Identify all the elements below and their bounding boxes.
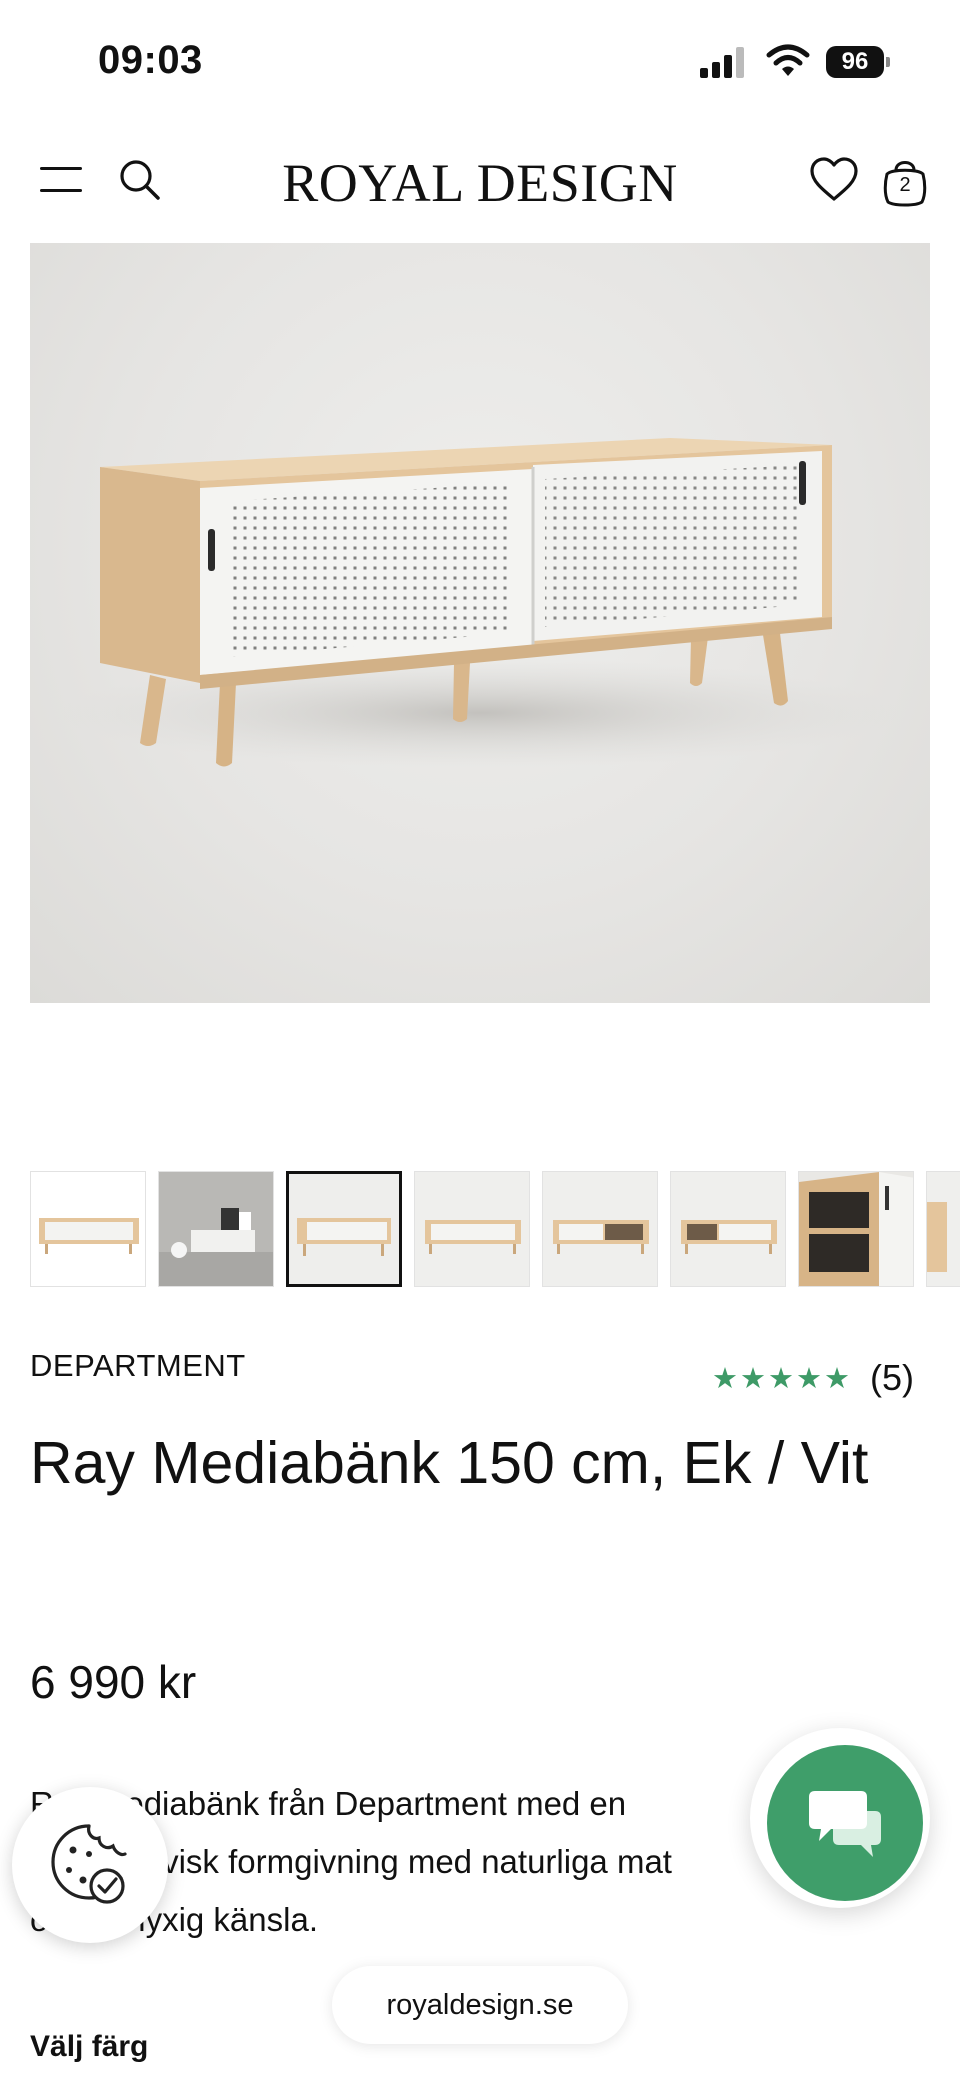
chat-button[interactable] [767,1745,923,1901]
cookie-consent-icon [51,1824,127,1904]
thumbnail-strip [30,1171,960,1289]
status-bar: 09:03 96 [0,0,960,120]
browser-url-pill[interactable]: royaldesign.se [332,1966,628,2044]
product-price: 6 990 kr [30,1656,197,1708]
product-brand-link[interactable]: DEPARTMENT [30,1348,246,1384]
choose-color-label: Välj färg [30,2030,149,2063]
cellular-signal-icon [700,46,748,78]
brand-logo[interactable]: ROYAL DESIGN [282,153,678,213]
hamburger-menu-icon[interactable] [40,165,84,195]
product-main-image[interactable] [30,243,930,1003]
battery-icon: 96 [826,46,890,78]
thumbnail-5[interactable] [542,1171,658,1287]
site-header: ROYAL DESIGN 2 [0,130,960,230]
review-count: (5) [870,1357,914,1398]
product-title: Ray Mediabänk 150 cm, Ek / Vit [30,1430,869,1496]
thumbnail-2[interactable] [158,1171,274,1287]
thumbnail-6[interactable] [670,1171,786,1287]
cookie-consent-button[interactable] [12,1787,168,1943]
thumbnail-1[interactable] [30,1171,146,1287]
rating-stars: ★★★★★ [712,1362,852,1395]
thumbnail-8[interactable] [926,1171,960,1287]
search-icon[interactable] [116,156,164,204]
chat-bubbles-icon [809,1791,881,1857]
shopping-bag-icon[interactable]: 2 [880,152,930,208]
thumbnail-7[interactable] [798,1171,914,1287]
heart-icon[interactable] [808,154,860,206]
thumbnail-4[interactable] [414,1171,530,1287]
status-time: 09:03 [98,38,203,82]
thumbnail-3[interactable] [286,1171,402,1287]
product-rating[interactable]: ★★★★★ (5) [712,1357,914,1398]
wifi-icon [766,44,810,78]
battery-level: 96 [826,46,884,78]
cart-count-badge: 2 [899,174,911,196]
description-line: och en lyxig känsla. [30,1901,318,1938]
